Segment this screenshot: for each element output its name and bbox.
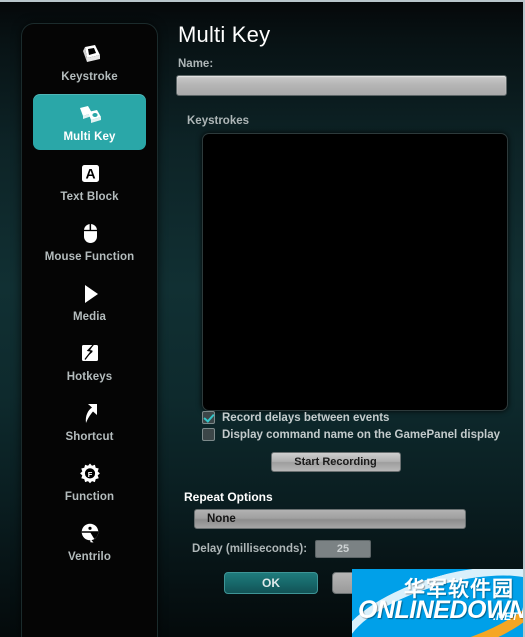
svg-text:F: F	[87, 470, 92, 479]
sidebar-nav: Keystroke Multi Key A Text Block Mouse F…	[22, 24, 157, 637]
sidebar-item-label: Keystroke	[61, 71, 118, 83]
letter-a-icon: A	[33, 162, 146, 188]
record-delays-label: Record delays between events	[222, 411, 390, 424]
lightning-bolt-icon	[33, 342, 146, 368]
watermark-overlay: 华军软件园 ONLINEDOWN .NET	[352, 569, 523, 637]
sidebar-item-function[interactable]: F Function	[33, 454, 146, 510]
sidebar-item-label: Mouse Function	[44, 251, 135, 263]
main-panel: Multi Key Name: Keystrokes Record delays…	[168, 2, 523, 637]
keycap-icon	[33, 42, 146, 68]
keystrokes-list[interactable]	[202, 133, 508, 411]
svg-text:A: A	[85, 166, 95, 182]
sidebar-item-keystroke[interactable]: Keystroke	[33, 34, 146, 90]
sidebar-item-label: Shortcut	[65, 431, 114, 443]
keystrokes-label: Keystrokes	[187, 115, 250, 127]
sidebar-item-text-block[interactable]: A Text Block	[33, 154, 146, 210]
play-triangle-icon	[33, 282, 146, 308]
sidebar-item-label: Function	[64, 491, 115, 503]
arrow-up-right-icon	[33, 402, 146, 428]
display-command-checkbox-row[interactable]: Display command name on the GamePanel di…	[202, 428, 505, 441]
sidebar-item-multi-key[interactable]: Multi Key	[33, 94, 146, 150]
page-title: Multi Key	[178, 22, 271, 47]
gear-f-icon: F	[33, 462, 146, 488]
sidebar-item-mouse-function[interactable]: Mouse Function	[33, 214, 146, 270]
display-command-checkbox[interactable]	[202, 428, 215, 441]
sidebar-item-hotkeys[interactable]: Hotkeys	[33, 334, 146, 390]
start-recording-button[interactable]: Start Recording	[270, 452, 401, 472]
delay-row: Delay (milliseconds):	[192, 540, 505, 558]
repeat-options-select[interactable]: None	[194, 509, 466, 529]
headset-icon	[33, 522, 146, 548]
sidebar-item-ventrilo[interactable]: Ventrilo	[33, 514, 146, 570]
sidebar-item-label: Text Block	[60, 191, 119, 203]
repeat-options-title: Repeat Options	[184, 490, 273, 504]
name-input[interactable]	[176, 75, 507, 96]
display-command-label: Display command name on the GamePanel di…	[222, 428, 501, 441]
multi-keycap-icon	[33, 102, 146, 128]
sidebar-item-label: Multi Key	[63, 131, 116, 143]
sidebar-item-shortcut[interactable]: Shortcut	[33, 394, 146, 450]
record-delays-checkbox-row[interactable]: Record delays between events	[202, 411, 505, 424]
sidebar-item-media[interactable]: Media	[33, 274, 146, 330]
mouse-icon	[33, 222, 146, 248]
delay-label: Delay (milliseconds):	[192, 543, 308, 555]
sidebar-item-label: Hotkeys	[66, 371, 113, 383]
sidebar-item-label: Ventrilo	[68, 551, 111, 563]
delay-input[interactable]	[315, 540, 372, 558]
record-delays-checkbox[interactable]	[202, 411, 215, 424]
name-label: Name:	[178, 58, 214, 70]
ok-button[interactable]: OK	[224, 572, 318, 594]
sidebar-item-label: Media	[72, 311, 107, 323]
watermark-suffix-text: .NET	[493, 611, 519, 623]
app-window: Keystroke Multi Key A Text Block Mouse F…	[0, 0, 525, 637]
